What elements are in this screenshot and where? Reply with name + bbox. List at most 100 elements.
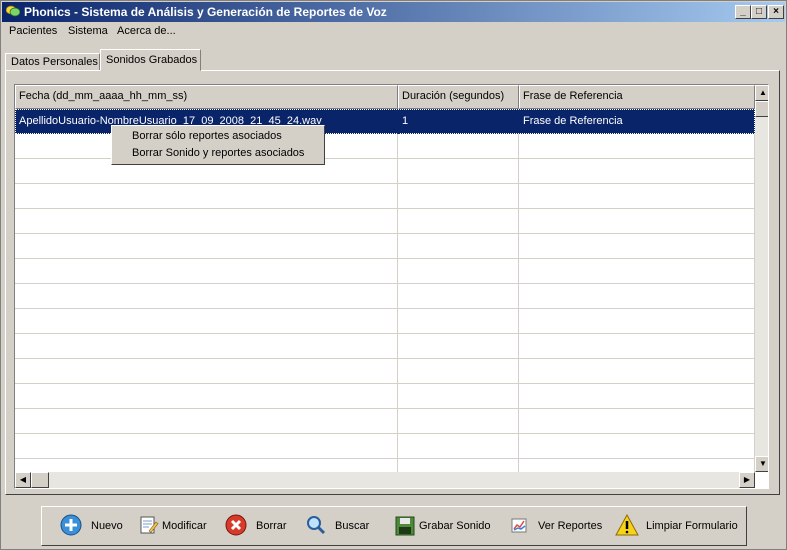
toolbar: Nuevo Modificar Borrar Buscar Grabar Son… [41, 506, 747, 546]
grabar-sonido-label: Grabar Sonido [419, 520, 491, 532]
save-disk-icon [395, 516, 415, 536]
menu-acerca[interactable]: Acerca de... [117, 25, 176, 37]
empty-cell [519, 134, 755, 158]
tab-label: Sonidos Grabados [106, 54, 198, 66]
empty-cell [15, 359, 398, 383]
empty-cell [15, 184, 398, 208]
empty-cell [519, 434, 755, 458]
empty-cell [398, 159, 519, 183]
modificar-label: Modificar [162, 520, 207, 532]
nuevo-button[interactable]: Nuevo [60, 514, 130, 540]
empty-cell [519, 234, 755, 258]
warning-icon [615, 514, 639, 536]
limpiar-formulario-label: Limpiar Formulario [646, 520, 738, 532]
report-chart-icon [511, 518, 527, 533]
menu-bar: Pacientes Sistema Acerca de... [2, 23, 785, 41]
limpiar-formulario-button[interactable]: Limpiar Formulario [615, 514, 740, 540]
empty-cell [519, 309, 755, 333]
maximize-icon: □ [755, 6, 763, 17]
menu-pacientes[interactable]: Pacientes [9, 25, 57, 37]
empty-row[interactable] [15, 359, 755, 384]
empty-cell [398, 184, 519, 208]
empty-cell [398, 259, 519, 283]
modificar-button[interactable]: Modificar [137, 514, 212, 540]
maximize-button[interactable]: □ [751, 5, 767, 19]
hscroll-thumb[interactable] [31, 472, 49, 488]
column-header-duracion[interactable]: Duración (segundos) [398, 85, 519, 109]
tab-label: Datos Personales [11, 56, 98, 68]
horizontal-scrollbar[interactable]: ◀ ▶ [15, 472, 755, 488]
empty-cell [15, 209, 398, 233]
empty-cell [519, 259, 755, 283]
title-bar[interactable]: Phonics - Sistema de Análisis y Generaci… [2, 2, 785, 22]
tab-sonidos-grabados[interactable]: Sonidos Grabados [100, 49, 201, 71]
scroll-up-button[interactable]: ▲ [755, 85, 768, 101]
close-icon: × [773, 6, 779, 17]
empty-cell [398, 234, 519, 258]
empty-row[interactable] [15, 234, 755, 259]
delete-icon [225, 514, 247, 536]
empty-row[interactable] [15, 434, 755, 459]
empty-row[interactable] [15, 309, 755, 334]
ver-reportes-label: Ver Reportes [538, 520, 603, 532]
arrow-right-icon: ▶ [743, 475, 751, 484]
context-menu: Borrar sólo reportes asociados Borrar So… [111, 125, 325, 165]
menu-item-borrar-reportes[interactable]: Borrar sólo reportes asociados [113, 128, 323, 145]
empty-row[interactable] [15, 209, 755, 234]
borrar-label: Borrar [256, 520, 287, 532]
empty-cell [398, 434, 519, 458]
empty-cell [398, 334, 519, 358]
scroll-down-button[interactable]: ▼ [755, 456, 768, 472]
buscar-button[interactable]: Buscar [305, 514, 375, 540]
edit-document-icon [140, 516, 159, 534]
scroll-right-button[interactable]: ▶ [739, 472, 755, 488]
nuevo-label: Nuevo [91, 520, 123, 532]
close-button[interactable]: × [768, 5, 784, 19]
empty-cell [519, 409, 755, 433]
empty-cell [519, 284, 755, 308]
empty-cell [15, 234, 398, 258]
magnifier-icon [307, 516, 326, 535]
empty-cell [15, 309, 398, 333]
empty-row[interactable] [15, 384, 755, 409]
ver-reportes-button[interactable]: Ver Reportes [509, 514, 604, 540]
empty-cell [398, 209, 519, 233]
tab-datos-personales[interactable]: Datos Personales [5, 53, 100, 71]
empty-cell [398, 134, 519, 158]
column-header-frase[interactable]: Frase de Referencia [519, 85, 755, 109]
borrar-button[interactable]: Borrar [225, 514, 290, 540]
grid-header: Fecha (dd_mm_aaaa_hh_mm_ss) Duración (se… [15, 85, 755, 109]
chat-bubbles-icon [6, 5, 20, 17]
empty-cell [15, 334, 398, 358]
empty-row[interactable] [15, 284, 755, 309]
empty-row[interactable] [15, 259, 755, 284]
empty-cell [398, 384, 519, 408]
empty-cell [519, 334, 755, 358]
menu-item-borrar-sonido-reportes[interactable]: Borrar Sonido y reportes asociados [113, 145, 323, 162]
arrow-down-icon: ▼ [759, 459, 767, 468]
grabar-sonido-button[interactable]: Grabar Sonido [393, 514, 493, 540]
empty-cell [519, 184, 755, 208]
arrow-left-icon: ◀ [19, 475, 27, 484]
empty-cell [398, 409, 519, 433]
column-header-fecha[interactable]: Fecha (dd_mm_aaaa_hh_mm_ss) [15, 85, 398, 109]
empty-cell [15, 284, 398, 308]
empty-cell [15, 259, 398, 283]
cell-frase: Frase de Referencia [523, 115, 623, 127]
empty-cell [519, 359, 755, 383]
empty-cell [398, 359, 519, 383]
window-title: Phonics - Sistema de Análisis y Generaci… [24, 5, 387, 19]
main-window: Phonics - Sistema de Análisis y Generaci… [0, 0, 787, 550]
scroll-thumb[interactable] [755, 101, 768, 117]
empty-row[interactable] [15, 409, 755, 434]
empty-row[interactable] [15, 184, 755, 209]
empty-row[interactable] [15, 334, 755, 359]
minimize-button[interactable]: _ [735, 5, 751, 19]
empty-cell [15, 434, 398, 458]
scroll-left-button[interactable]: ◀ [15, 472, 31, 488]
minimize-icon: _ [740, 6, 746, 17]
menu-sistema[interactable]: Sistema [68, 25, 108, 37]
vertical-scrollbar[interactable]: ▲ ▼ [755, 85, 768, 472]
empty-cell [15, 384, 398, 408]
arrow-up-icon: ▲ [759, 88, 767, 97]
